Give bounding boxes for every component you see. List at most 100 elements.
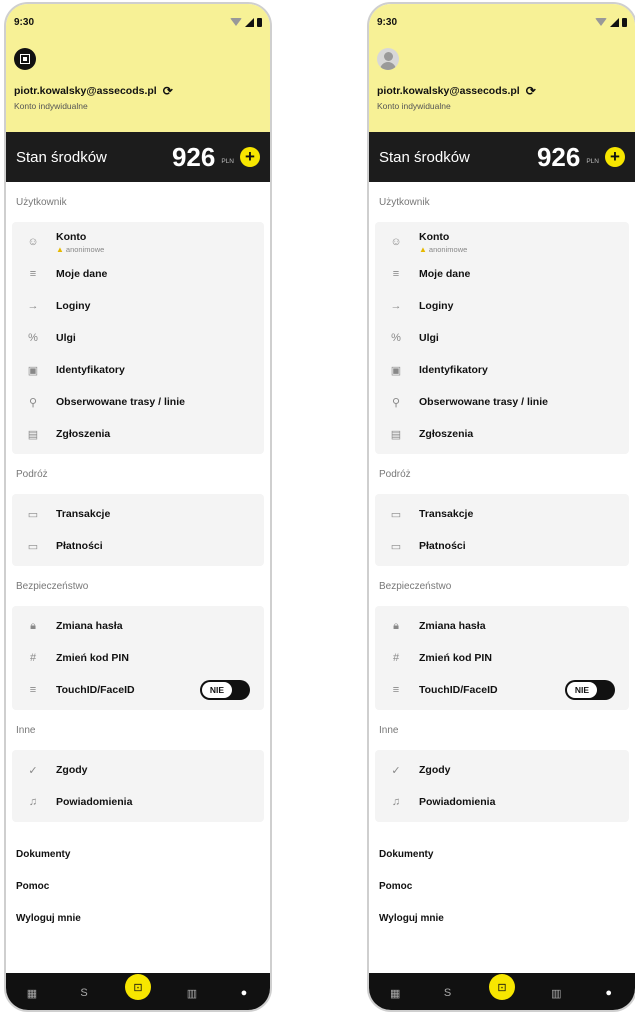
id-card-icon: ▣ — [390, 364, 402, 377]
tickets-icon[interactable]: ▥ — [181, 987, 203, 1000]
menu-label: Identyfikatory — [56, 364, 125, 376]
section-title-user: Użytkownik — [16, 196, 67, 208]
pin-icon: # — [29, 652, 37, 664]
menu-item-konto[interactable]: ☺ Konto ▲ anonimowe — [12, 226, 264, 258]
status-bar: 9:30 — [377, 4, 627, 40]
menu-item-platnosci[interactable]: ▭ Płatności — [12, 530, 264, 562]
menu-item-ulgi[interactable]: % Ulgi — [12, 322, 264, 354]
menu-item-powiadomienia[interactable]: ♫ Powiadomienia — [375, 786, 629, 818]
menu-item-moje-dane[interactable]: ≡ Moje dane — [375, 258, 629, 290]
tickets-icon[interactable]: ▥ — [545, 987, 567, 1000]
menu-label: TouchID/FaceID — [56, 684, 135, 696]
menu-item-loginy[interactable]: → Loginy — [12, 290, 264, 322]
touchid-toggle[interactable]: NIE — [200, 680, 250, 700]
menu-item-transakcje[interactable]: ▭ Transakcje — [375, 498, 629, 530]
profile-icon[interactable]: ● — [598, 987, 620, 999]
menu-item-ulgi[interactable]: % Ulgi — [375, 322, 629, 354]
edit-list-icon: ≡ — [29, 268, 37, 280]
menu-item-loginy[interactable]: → Loginy — [375, 290, 629, 322]
menu-item-zgloszenia[interactable]: ▤ Zgłoszenia — [375, 418, 629, 450]
menu-label: Ulgi — [419, 332, 439, 344]
balance-amount: 926 — [536, 141, 581, 172]
status-time: 9:30 — [14, 16, 35, 28]
biometric-icon: ≡ — [29, 684, 37, 696]
top-up-button[interactable]: + — [240, 147, 260, 167]
account-email-row[interactable]: piotr.kowalsky@assecods.pl ⟳ — [14, 84, 262, 98]
menu-label: Loginy — [56, 300, 91, 312]
menu-item-touchid[interactable]: ≡ TouchID/FaceID NIE — [375, 674, 629, 706]
wifi-icon — [595, 18, 607, 26]
menu-label: Loginy — [419, 300, 454, 312]
other-card: ✓ Zgody ♫ Powiadomienia — [375, 750, 629, 822]
balance-currency: PLN — [586, 157, 599, 165]
wifi-icon — [230, 18, 242, 26]
section-title-travel: Podróż — [379, 468, 411, 480]
menu-label: Ulgi — [56, 332, 76, 344]
menu-item-zmiana-hasla[interactable]: 🔒︎ Zmiana hasła — [375, 610, 629, 642]
card-icon: ▭ — [390, 540, 402, 553]
edit-list-icon: ≡ — [392, 268, 400, 280]
menu-label: Zgody — [56, 764, 88, 776]
menu-item-zmiana-hasla[interactable]: 🔒︎ Zmiana hasła — [12, 610, 264, 642]
menu-label: Zgłoszenia — [56, 428, 111, 440]
menu-item-obserwowane[interactable]: ⚲ Obserwowane trasy / linie — [12, 386, 264, 418]
menu-item-obserwowane[interactable]: ⚲ Obserwowane trasy / linie — [375, 386, 629, 418]
account-email-row[interactable]: piotr.kowalsky@assecods.pl ⟳ — [377, 84, 627, 98]
section-title-other: Inne — [16, 724, 36, 736]
lock-icon: 🔒︎ — [30, 619, 36, 632]
scan-ticket-icon[interactable]: ⊡ — [488, 974, 515, 1000]
user-avatar-icon[interactable] — [377, 48, 399, 70]
route-nav-icon[interactable]: S — [73, 987, 95, 999]
qr-avatar-icon[interactable] — [14, 48, 36, 70]
cash-icon: ▭ — [390, 508, 402, 521]
message-icon: ▤ — [27, 428, 39, 441]
menu-item-zmien-pin[interactable]: # Zmień kod PIN — [375, 642, 629, 674]
menu-item-platnosci[interactable]: ▭ Płatności — [375, 530, 629, 562]
sync-icon[interactable]: ⟳ — [163, 84, 173, 98]
link-wyloguj[interactable]: Wyloguj mnie — [379, 902, 625, 934]
bell-icon: ♫ — [28, 796, 38, 808]
travel-card: ▭ Transakcje ▭ Płatności — [12, 494, 264, 566]
login-icon: → — [27, 300, 39, 312]
balance-label: Stan środków — [379, 148, 470, 166]
link-pomoc[interactable]: Pomoc — [16, 870, 260, 902]
sync-icon[interactable]: ⟳ — [526, 84, 536, 98]
menu-item-moje-dane[interactable]: ≡ Moje dane — [12, 258, 264, 290]
menu-item-identyfikatory[interactable]: ▣ Identyfikatory — [375, 354, 629, 386]
profile-icon[interactable]: ● — [233, 987, 255, 999]
phone-screen-left: 9:30 piotr.kowalsky@assecods.pl ⟳ Konto … — [4, 2, 272, 1012]
scan-ticket-icon[interactable]: ⊡ — [125, 974, 151, 1000]
link-pomoc[interactable]: Pomoc — [379, 870, 625, 902]
menu-item-zgloszenia[interactable]: ▤ Zgłoszenia — [12, 418, 264, 450]
link-dokumenty[interactable]: Dokumenty — [379, 838, 625, 870]
menu-label: TouchID/FaceID — [419, 684, 498, 696]
menu-item-zmien-pin[interactable]: # Zmień kod PIN — [12, 642, 264, 674]
menu-item-zgody[interactable]: ✓ Zgody — [12, 754, 264, 786]
warning-icon: ▲ — [56, 244, 64, 254]
account-type: Konto indywidualne — [14, 101, 88, 111]
calendar-icon[interactable]: ▦ — [21, 987, 43, 1000]
menu-label: Transakcje — [56, 508, 111, 520]
top-up-button[interactable]: + — [605, 147, 625, 167]
route-icon: ⚲ — [391, 396, 401, 409]
menu-item-identyfikatory[interactable]: ▣ Identyfikatory — [12, 354, 264, 386]
menu-label: Konto — [419, 230, 450, 243]
route-nav-icon[interactable]: S — [437, 987, 459, 999]
menu-item-konto[interactable]: ☺ Konto ▲ anonimowe — [375, 226, 629, 258]
travel-card: ▭ Transakcje ▭ Płatności — [375, 494, 629, 566]
menu-label: Powiadomienia — [56, 796, 133, 808]
battery-icon — [622, 17, 627, 27]
status-bar: 9:30 — [14, 4, 262, 40]
menu-item-zgody[interactable]: ✓ Zgody — [375, 754, 629, 786]
menu-item-touchid[interactable]: ≡ TouchID/FaceID NIE — [12, 674, 264, 706]
touchid-toggle[interactable]: NIE — [565, 680, 615, 700]
bottom-nav: ▦ S ⊡ ▥ ● — [6, 973, 270, 1010]
link-wyloguj[interactable]: Wyloguj mnie — [16, 902, 260, 934]
link-dokumenty[interactable]: Dokumenty — [16, 838, 260, 870]
menu-item-powiadomienia[interactable]: ♫ Powiadomienia — [12, 786, 264, 818]
menu-label: Płatności — [419, 540, 466, 552]
status-icons — [595, 17, 627, 27]
calendar-icon[interactable]: ▦ — [384, 987, 406, 1000]
menu-item-transakcje[interactable]: ▭ Transakcje — [12, 498, 264, 530]
percent-icon: % — [28, 332, 38, 344]
